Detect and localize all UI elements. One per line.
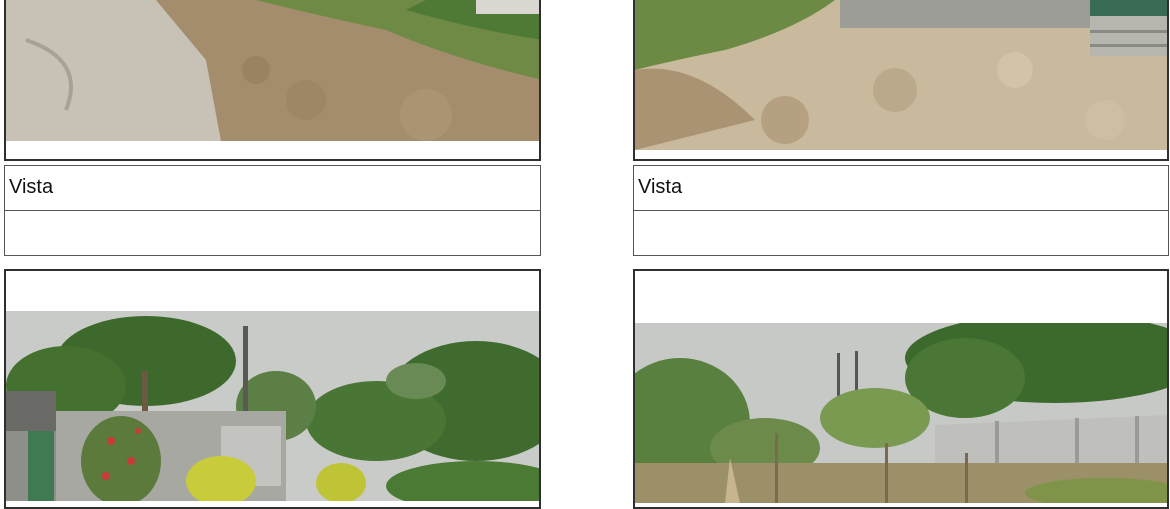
caption-row-1: Vista: [4, 165, 541, 211]
empty-row-1: [4, 210, 541, 256]
photo-frame-1: [4, 0, 541, 161]
photo-frame-3: [4, 269, 541, 509]
photo-frame-2: [633, 0, 1169, 161]
caption-row-2: Vista: [633, 165, 1169, 211]
photo-frame-4: [633, 269, 1169, 509]
photo-dirt-lot: [6, 0, 539, 141]
photo-caption-1: Vista: [9, 176, 54, 198]
photo-street-houses: [6, 311, 539, 501]
photo-caption-2: Vista: [638, 176, 683, 198]
empty-row-2: [633, 210, 1169, 256]
photo-sandy-lot: [635, 0, 1167, 150]
photo-overgrown-lot: [635, 323, 1167, 503]
